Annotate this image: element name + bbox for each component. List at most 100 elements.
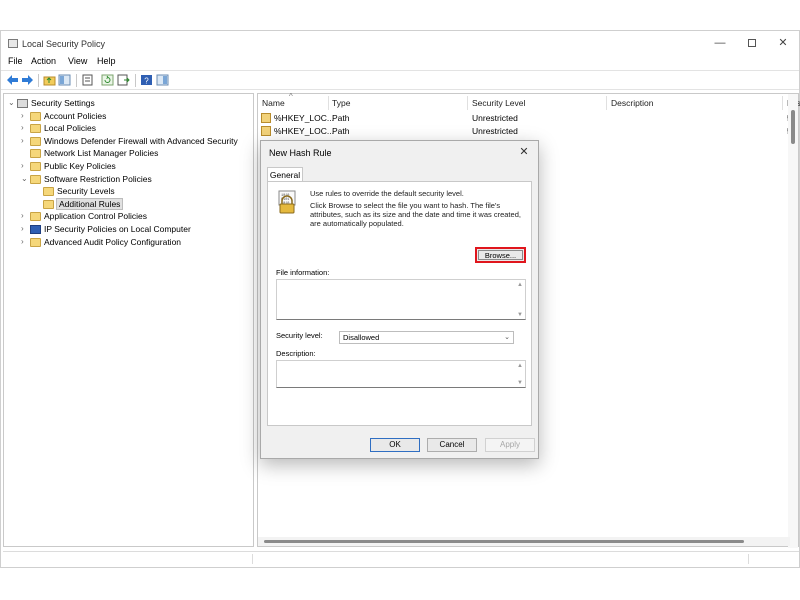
tree-item-label: Additional Rules <box>55 197 124 210</box>
chevron-right-icon[interactable]: › <box>21 224 29 233</box>
menu-action[interactable]: Action <box>31 56 56 66</box>
column-header-type[interactable]: Type <box>332 98 350 108</box>
tree-item[interactable]: › Public Key Policies <box>4 161 252 173</box>
chevron-down-icon[interactable]: ⌄ <box>21 174 29 183</box>
row-type: Path <box>332 113 350 123</box>
tree-item[interactable]: Security Levels <box>4 186 252 198</box>
tree-item[interactable]: ⌄ Security Settings <box>4 98 252 110</box>
scroll-down-icon[interactable]: ▼ <box>517 312 523 318</box>
ok-button[interactable]: OK <box>370 438 420 452</box>
menu-help[interactable]: Help <box>97 56 116 66</box>
show-action-pane-icon[interactable] <box>156 74 169 86</box>
apply-button[interactable]: Apply <box>485 438 535 452</box>
dialog-close-button[interactable]: ✕ <box>516 144 532 160</box>
browse-button[interactable]: Browse... <box>478 250 523 260</box>
tree-item-label: IP Security Policies on Local Computer <box>44 224 191 234</box>
toolbar: ? <box>1 70 799 90</box>
chevron-down-icon: ⌄ <box>504 334 510 341</box>
help-icon[interactable]: ? <box>140 74 153 86</box>
tab-general[interactable]: General <box>267 167 303 182</box>
close-button[interactable]: ✕ <box>768 35 798 51</box>
menu-view[interactable]: View <box>68 56 87 66</box>
textbox-scrollbar[interactable]: ▲ ▼ <box>515 361 525 387</box>
chevron-down-icon[interactable]: ⌄ <box>8 98 16 107</box>
title-bar: Local Security Policy — ✕ <box>1 31 799 55</box>
tree-item-label: Security Settings <box>31 98 95 108</box>
minimize-button[interactable]: — <box>705 35 735 51</box>
folder-icon <box>30 212 41 222</box>
tree-item[interactable]: › Account Policies <box>4 111 252 123</box>
tree-item[interactable]: ⌄ Software Restriction Policies <box>4 174 252 186</box>
back-arrow-icon[interactable] <box>6 74 19 86</box>
tree-item[interactable]: › Advanced Audit Policy Configuration <box>4 237 252 249</box>
security-level-label: Security level: <box>276 331 323 340</box>
menu-file[interactable]: File <box>8 56 23 66</box>
browse-button-highlight: Browse... <box>475 247 526 263</box>
scroll-down-icon[interactable]: ▼ <box>517 380 523 386</box>
column-divider[interactable] <box>606 96 607 110</box>
tree-item-label: Application Control Policies <box>44 211 147 222</box>
status-cell <box>3 554 253 564</box>
tree-item-label: Account Policies <box>44 110 107 121</box>
folder-icon <box>30 162 41 171</box>
scrollbar-thumb[interactable] <box>791 110 795 144</box>
file-information-field[interactable]: ▲ ▼ <box>276 279 526 320</box>
chevron-right-icon[interactable]: › <box>21 161 29 170</box>
instructions-text-line: Click Browse to select the file you want… <box>310 201 501 210</box>
column-divider[interactable] <box>467 96 468 110</box>
export-list-icon[interactable] <box>117 74 130 86</box>
tree-item[interactable]: › Application Control Policies <box>4 211 252 223</box>
folder-icon <box>30 174 41 184</box>
column-divider[interactable] <box>782 96 783 110</box>
scroll-up-icon[interactable]: ▲ <box>517 363 523 369</box>
hash-rule-icon: 1010 0101 1010 <box>278 190 296 214</box>
security-settings-icon <box>17 99 28 108</box>
tree-item[interactable]: › Windows Defender Firewall with Advanced… <box>4 136 252 148</box>
tree-item[interactable]: Additional Rules <box>4 197 252 211</box>
security-level-select[interactable]: Disallowed ⌄ <box>339 331 514 344</box>
chevron-right-icon[interactable]: › <box>21 237 29 246</box>
maximize-button[interactable] <box>737 35 767 51</box>
row-security-level: Unrestricted <box>472 126 518 136</box>
forward-arrow-icon[interactable] <box>21 74 34 86</box>
folder-icon <box>30 111 41 121</box>
sort-ascending-icon: ^ <box>289 92 293 101</box>
tree-item-label: Security Levels <box>57 186 115 197</box>
textbox-scrollbar[interactable]: ▲ ▼ <box>515 280 525 319</box>
chevron-right-icon[interactable]: › <box>21 123 29 132</box>
column-header-security-level[interactable]: Security Level <box>472 98 525 108</box>
tree-item[interactable]: › Local Policies <box>4 123 252 135</box>
show-hide-tree-icon[interactable] <box>58 74 71 86</box>
maximize-icon <box>748 39 756 48</box>
refresh-icon[interactable] <box>101 74 114 86</box>
scrollbar-thumb[interactable] <box>264 540 744 543</box>
new-hash-rule-dialog: New Hash Rule ✕ General 1010 0101 1010 U… <box>260 140 539 459</box>
scroll-up-icon[interactable]: ▲ <box>517 282 523 288</box>
vertical-scrollbar[interactable] <box>788 94 798 548</box>
cancel-button[interactable]: Cancel <box>427 438 477 452</box>
svg-text:?: ? <box>144 77 149 86</box>
up-folder-icon[interactable] <box>43 74 56 86</box>
toolbar-separator <box>38 74 39 87</box>
description-field[interactable]: ▲ ▼ <box>276 360 526 388</box>
console-tree: ⌄ Security Settings › Account Policies › Loca… <box>3 93 254 547</box>
folder-icon <box>30 124 41 134</box>
column-divider[interactable] <box>328 96 329 110</box>
column-header-description[interactable]: Description <box>611 98 654 108</box>
folder-icon <box>43 199 54 209</box>
tree-item[interactable]: Network List Manager Policies <box>4 148 252 160</box>
tree-item-label: Windows Defender Firewall with Advanced … <box>44 135 238 146</box>
horizontal-scrollbar[interactable] <box>258 537 790 546</box>
column-header-name[interactable]: Name <box>262 98 285 108</box>
tree-item-label: Software Restriction Policies <box>44 173 152 184</box>
chevron-right-icon[interactable]: › <box>21 211 29 220</box>
tree-item[interactable]: › IP Security Policies on Local Computer <box>4 224 252 236</box>
file-information-label: File information: <box>276 268 330 277</box>
description-label: Description: <box>276 349 316 358</box>
instructions-text-line: attributes, such as its size and the dat… <box>310 210 521 219</box>
menu-bar: File Action View Help <box>1 55 799 69</box>
row-name: %HKEY_LOC... <box>274 113 334 123</box>
chevron-right-icon[interactable]: › <box>21 136 29 145</box>
properties-icon[interactable] <box>81 74 94 86</box>
chevron-right-icon[interactable]: › <box>21 111 29 120</box>
